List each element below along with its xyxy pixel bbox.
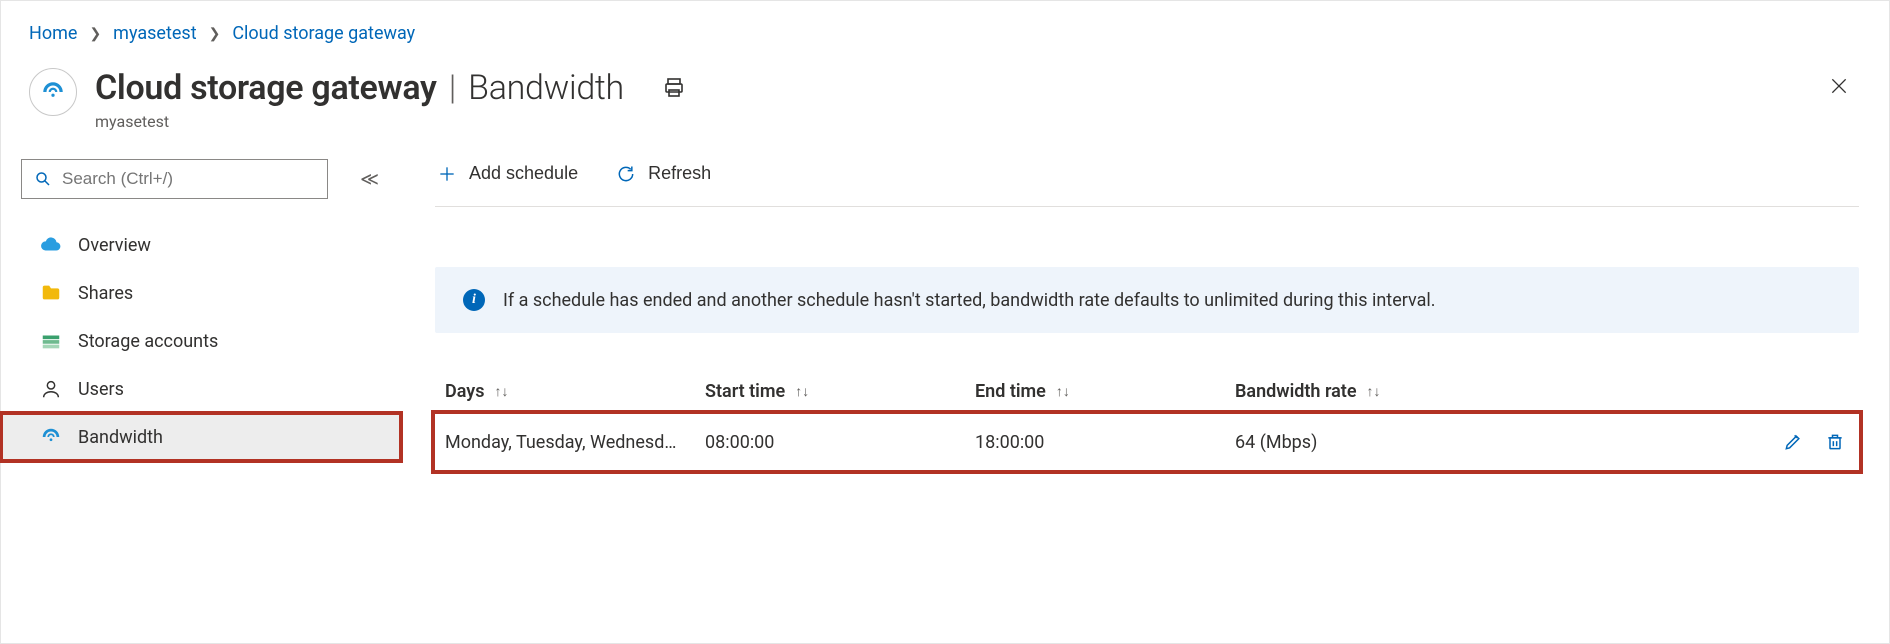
cell-days: Monday, Tuesday, Wednesd… (445, 432, 705, 453)
column-header-end-time[interactable]: End time ↑↓ (975, 381, 1235, 402)
info-banner-text: If a schedule has ended and another sche… (503, 290, 1436, 311)
sidebar-item-bandwidth[interactable]: Bandwidth (1, 413, 401, 461)
storage-icon (40, 330, 62, 352)
cell-start-time: 08:00:00 (705, 432, 975, 453)
chevron-right-icon: ❯ (209, 26, 221, 42)
folder-icon (40, 282, 62, 304)
gateway-icon (29, 68, 77, 116)
info-banner: i If a schedule has ended and another sc… (435, 267, 1859, 333)
sidebar-item-overview[interactable]: Overview (21, 221, 401, 269)
page-title: Cloud storage gateway | Bandwidth (95, 68, 624, 108)
sidebar-item-label: Overview (78, 235, 151, 256)
collapse-sidebar-button[interactable]: ≪ (352, 161, 387, 198)
toolbar: Add schedule Refresh (435, 159, 1859, 207)
breadcrumb-home[interactable]: Home (29, 23, 77, 44)
refresh-icon (616, 164, 636, 184)
print-button[interactable] (660, 72, 688, 104)
column-header-start-time[interactable]: Start time ↑↓ (705, 381, 975, 402)
search-input[interactable] (62, 169, 315, 189)
sort-icon: ↑↓ (795, 383, 809, 400)
cell-end-time: 18:00:00 (975, 432, 1235, 453)
cloud-icon (40, 234, 62, 256)
trash-icon (1825, 432, 1845, 452)
column-header-bandwidth-rate[interactable]: Bandwidth rate ↑↓ (1235, 381, 1759, 402)
table-header-row: Days ↑↓ Start time ↑↓ End time ↑↓ Bandwi… (435, 381, 1859, 414)
schedules-table: Days ↑↓ Start time ↑↓ End time ↑↓ Bandwi… (435, 381, 1859, 470)
delete-row-button[interactable] (1821, 428, 1849, 456)
sort-icon: ↑↓ (1056, 383, 1070, 400)
button-label: Refresh (648, 163, 711, 184)
sidebar-item-label: Shares (78, 283, 133, 304)
sidebar-item-label: Bandwidth (78, 427, 163, 448)
pencil-icon (1783, 432, 1803, 452)
sidebar-item-label: Storage accounts (78, 331, 218, 352)
sidebar-item-storage-accounts[interactable]: Storage accounts (21, 317, 401, 365)
breadcrumb-page[interactable]: Cloud storage gateway (232, 23, 415, 44)
page-header: Cloud storage gateway | Bandwidth myaset… (1, 54, 1889, 141)
close-button[interactable] (1823, 68, 1859, 104)
gateway-icon (40, 426, 62, 448)
breadcrumb: Home ❯ myasetest ❯ Cloud storage gateway (1, 1, 1889, 54)
page-subtitle: myasetest (95, 112, 688, 131)
column-header-days[interactable]: Days ↑↓ (445, 381, 705, 402)
sidebar-item-users[interactable]: Users (21, 365, 401, 413)
sidebar-item-shares[interactable]: Shares (21, 269, 401, 317)
plus-icon (437, 164, 457, 184)
printer-icon (662, 76, 686, 100)
sidebar-item-label: Users (78, 379, 124, 400)
info-icon: i (463, 289, 485, 311)
add-schedule-button[interactable]: Add schedule (435, 159, 580, 188)
cell-bandwidth-rate: 64 (Mbps) (1235, 432, 1759, 453)
chevron-double-left-icon: ≪ (360, 169, 379, 189)
table-row[interactable]: Monday, Tuesday, Wednesd… 08:00:00 18:00… (435, 414, 1859, 470)
close-icon (1829, 76, 1853, 96)
person-icon (40, 378, 62, 400)
main-content: Add schedule Refresh i If a schedule has… (401, 141, 1889, 470)
search-icon (34, 170, 52, 188)
sidebar: ≪ Overview Shares Storage accounts (1, 141, 401, 470)
chevron-right-icon: ❯ (89, 26, 101, 42)
breadcrumb-resource[interactable]: myasetest (113, 23, 196, 44)
sidebar-nav: Overview Shares Storage accounts Users (21, 221, 401, 461)
edit-row-button[interactable] (1779, 428, 1807, 456)
refresh-button[interactable]: Refresh (614, 159, 713, 188)
sort-icon: ↑↓ (1367, 383, 1381, 400)
sort-icon: ↑↓ (494, 383, 508, 400)
search-input-wrapper[interactable] (21, 159, 328, 199)
button-label: Add schedule (469, 163, 578, 184)
